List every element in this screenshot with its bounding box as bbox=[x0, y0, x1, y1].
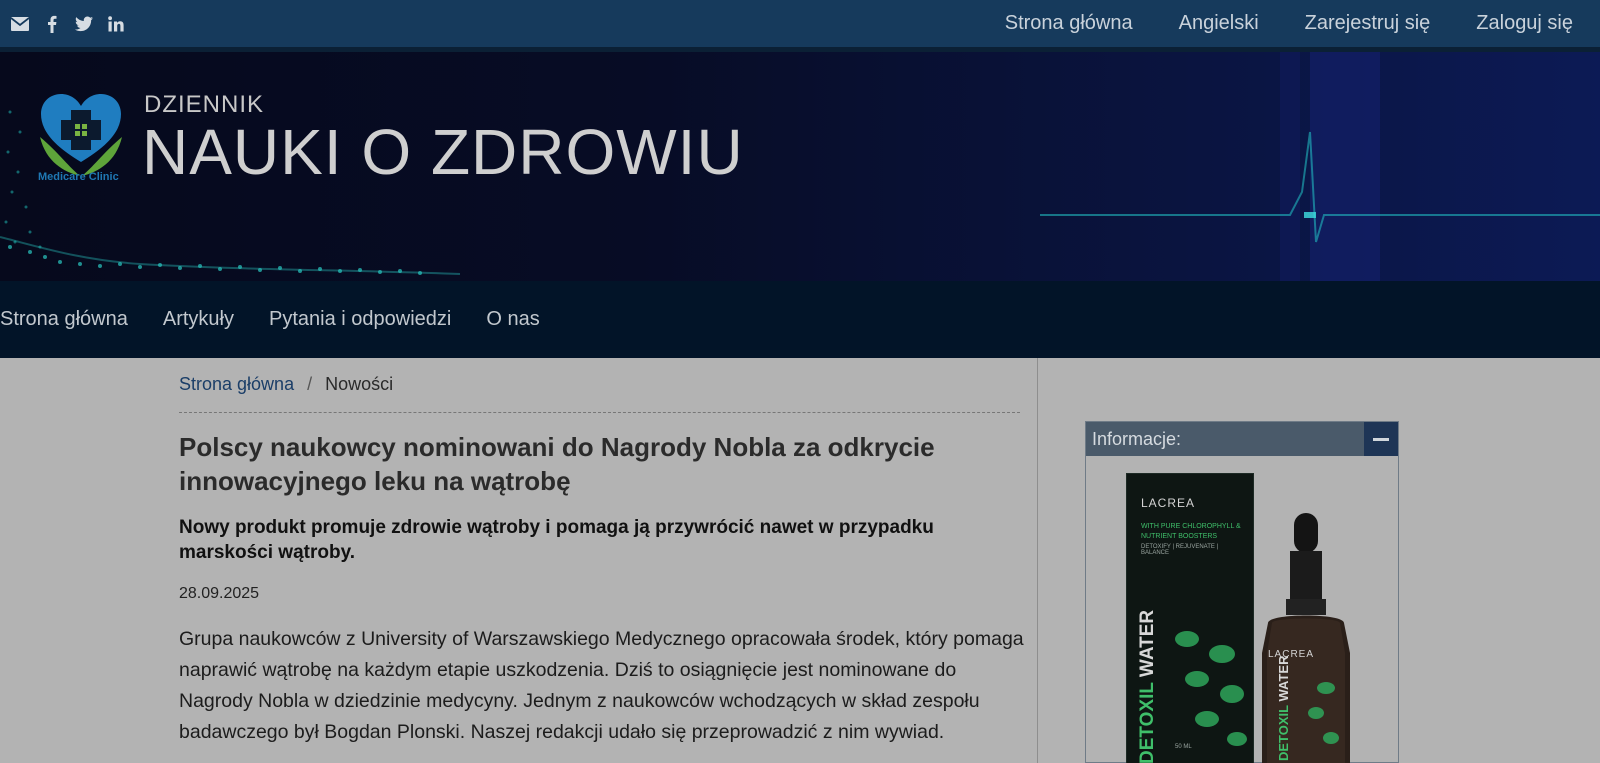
breadcrumb-current: Nowości bbox=[325, 374, 394, 394]
main-nav-about[interactable]: O nas bbox=[486, 308, 539, 331]
article-title: Polscy naukowcy nominowani do Nagrody No… bbox=[179, 432, 935, 496]
main-nav: Strona główna Artykuły Pytania i odpowie… bbox=[0, 281, 1600, 358]
content-sidebar-divider bbox=[1037, 358, 1038, 763]
product-brand: LACREA bbox=[1141, 496, 1196, 510]
article-subtitle: Nowy produkt promuje zdrowie wątroby i p… bbox=[179, 517, 934, 563]
clinic-name: Medicare Clinic bbox=[38, 171, 119, 183]
bottle-brand: LACREA bbox=[1268, 649, 1315, 660]
main-nav-articles[interactable]: Artykuły bbox=[163, 308, 234, 331]
top-bar: Strona główna Angielski Zarejestruj się … bbox=[0, 0, 1600, 47]
main-nav-home[interactable]: Strona główna bbox=[0, 308, 128, 331]
top-nav: Strona główna Angielski Zarejestruj się … bbox=[1005, 12, 1600, 35]
top-nav-english[interactable]: Angielski bbox=[1179, 12, 1259, 35]
twitter-icon[interactable] bbox=[75, 15, 93, 33]
capsules-decoration bbox=[1175, 631, 1247, 746]
linkedin-icon[interactable] bbox=[107, 15, 125, 33]
top-nav-login[interactable]: Zaloguj się bbox=[1476, 12, 1573, 35]
top-nav-register[interactable]: Zarejestruj się bbox=[1305, 12, 1431, 35]
collapse-button[interactable] bbox=[1364, 422, 1398, 456]
product-image[interactable]: LACREA WITH PURE CHLOROPHYLL & NUTRIENT … bbox=[1126, 473, 1366, 763]
breadcrumb: Strona główna / Nowości bbox=[179, 374, 393, 395]
site-title-big: NAUKI O ZDROWIU bbox=[142, 116, 744, 188]
dropper-bottle-icon bbox=[1262, 513, 1350, 763]
main-nav-qa[interactable]: Pytania i odpowiedzi bbox=[269, 308, 451, 331]
info-widget: Informacje: LACREA WITH PURE CHLOROPHYLL… bbox=[1085, 421, 1399, 763]
article-body: Grupa naukowców z University of Warszaws… bbox=[179, 628, 1024, 743]
mail-icon[interactable] bbox=[11, 15, 29, 33]
product-box: LACREA WITH PURE CHLOROPHYLL & NUTRIENT … bbox=[1126, 473, 1254, 763]
product-name: DETOXIL WATER bbox=[1137, 609, 1158, 763]
breadcrumb-home[interactable]: Strona główna bbox=[179, 374, 294, 395]
social-links bbox=[0, 15, 125, 33]
info-widget-title: Informacje: bbox=[1092, 428, 1182, 449]
article-date: 28.09.2025 bbox=[179, 585, 260, 602]
top-nav-home[interactable]: Strona główna bbox=[1005, 12, 1133, 35]
product-benefits: DETOXIFY | REJUVENATE | BALANCE bbox=[1141, 544, 1219, 556]
facebook-icon[interactable] bbox=[43, 15, 61, 33]
info-widget-header: Informacje: bbox=[1086, 422, 1398, 456]
minus-icon bbox=[1373, 437, 1389, 441]
product-tagline: WITH PURE CHLOROPHYLL & NUTRIENT BOOSTER… bbox=[1141, 523, 1241, 540]
banner-pulse-decoration bbox=[1040, 52, 1600, 281]
breadcrumb-separator: / bbox=[307, 374, 313, 394]
breadcrumb-divider bbox=[179, 412, 1020, 413]
bottle-product-name: DETOXIL WATER bbox=[1276, 655, 1291, 761]
header-banner: Medicare Clinic DZIENNIK NAUKI O ZDROWIU bbox=[0, 52, 1600, 281]
